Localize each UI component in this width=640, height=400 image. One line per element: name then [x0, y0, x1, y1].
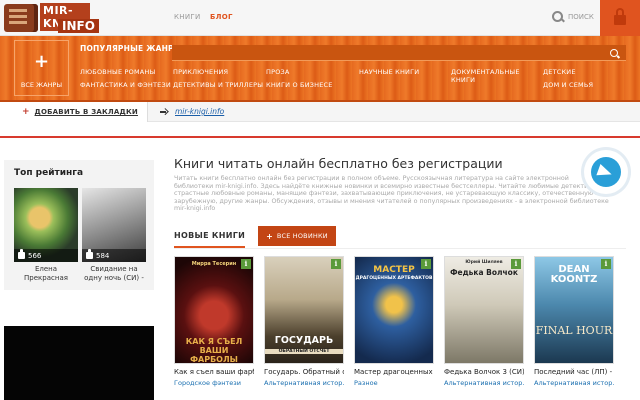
info-icon[interactable]: i: [331, 259, 341, 269]
genre-link[interactable]: КНИГИ О БИЗНЕСЕ: [266, 81, 333, 89]
popular-genres-label: ПОПУЛЯРНЫЕ ЖАНРЫ: [80, 44, 182, 53]
page-title: Книги читать онлайн бесплатно без регист…: [174, 156, 503, 171]
info-icon[interactable]: i: [601, 259, 611, 269]
bookmark-bar: + ДОБАВИТЬ В ЗАКЛАДКИ mir-knigi.info: [0, 102, 640, 122]
all-genres-button[interactable]: + ВСЕ ЖАНРЫ: [14, 40, 69, 96]
book-title[interactable]: Государь. Обратный отсчёт 3 (СИ) -: [264, 368, 344, 377]
genre-link[interactable]: ДОКУМЕНТАЛЬНЫЕ КНИГИ: [451, 68, 519, 84]
book-genre[interactable]: Альтернативная истор...: [444, 379, 524, 387]
info-icon[interactable]: i: [421, 259, 431, 269]
thumbs-up-icon: [86, 249, 93, 259]
top-bar: MIR-KNIGI INFO КНИГИ БЛОГ ПОИСК: [0, 0, 640, 36]
nav-link-blog[interactable]: БЛОГ: [210, 13, 233, 21]
book-genre[interactable]: Альтернативная истор...: [534, 379, 614, 387]
site-logo[interactable]: MIR-KNIGI INFO: [4, 2, 99, 34]
genre-link[interactable]: ПРИКЛЮЧЕНИЯ: [173, 68, 228, 76]
info-icon[interactable]: i: [241, 259, 251, 269]
sidebar-book[interactable]: 584 Свидание на одну ночь (СИ) -: [82, 188, 146, 283]
all-new-books-label: ВСЕ НОВИНКИ: [276, 232, 328, 240]
book-card[interactable]: МАСТЕР ДРАГОЦЕННЫХ АРТЕФАКТОВ i Мастер д…: [354, 256, 434, 387]
telegram-icon: [591, 157, 621, 187]
divider: [0, 136, 640, 138]
rating-value: 566: [28, 251, 42, 260]
genre-link[interactable]: ЛЮБОВНЫЕ РОМАНЫ: [80, 68, 155, 76]
cover-subtitle: ОБРАТНЫЙ ОТСЧЕТ: [265, 349, 343, 354]
book-title[interactable]: Последний час (ЛП) - Кунц Дин Рей: [534, 368, 614, 377]
sidebar-book[interactable]: 566 Елена Прекрасная: [14, 188, 78, 283]
book-cover[interactable]: 566: [14, 188, 78, 262]
book-cover[interactable]: ГОСУДАРЬ ОБРАТНЫЙ ОТСЧЕТ i: [264, 256, 344, 364]
genre-link[interactable]: ФАНТАСТИКА И ФЭНТЕЗИ: [80, 81, 171, 89]
new-books-heading: НОВЫЕ КНИГИ: [174, 231, 246, 248]
rating-badge: 566: [14, 249, 78, 262]
book-logo-icon: [4, 4, 38, 32]
cover-subtitle: ДРАГОЦЕННЫХ АРТЕФАКТОВ: [355, 276, 433, 281]
cover-title: КАК Я СЪЕЛ ВАШИ ФАРБОЛЫ: [185, 337, 243, 364]
sidebar-book-title[interactable]: Елена Прекрасная: [14, 265, 78, 283]
logo-text-sub: INFO: [58, 19, 99, 33]
genre-link[interactable]: ДЕТСКИЕ: [543, 68, 576, 76]
cover-title: ГОСУДАРЬ: [274, 335, 334, 346]
search-icon[interactable]: [552, 11, 564, 23]
add-bookmark-label: ДОБАВИТЬ В ЗАКЛАДКИ: [34, 108, 138, 116]
top-rating-sidebar: Топ рейтинга 566 Елена Прекрасная 584 Св…: [4, 160, 154, 290]
genre-search-box: [172, 45, 626, 66]
sidebar-book-title[interactable]: Свидание на одну ночь (СИ) -: [82, 265, 146, 283]
thumbs-up-icon: [18, 249, 25, 259]
divider: [174, 248, 626, 249]
sidebar-ad-block: [4, 326, 154, 400]
all-new-books-button[interactable]: + ВСЕ НОВИНКИ: [258, 226, 336, 246]
genre-link[interactable]: ДОМ И СЕМЬЯ: [543, 81, 593, 89]
lock-icon: [614, 8, 626, 25]
book-card[interactable]: DEAN KOONTZ FINAL HOUR i Последний час (…: [534, 256, 614, 387]
page-description: Читать книги бесплатно онлайн без регист…: [174, 175, 609, 213]
book-card[interactable]: ГОСУДАРЬ ОБРАТНЫЙ ОТСЧЕТ i Государь. Обр…: [264, 256, 344, 387]
genre-search-button[interactable]: [602, 45, 626, 61]
top-search[interactable]: ПОИСК: [552, 11, 594, 23]
genre-search-input[interactable]: [172, 50, 602, 66]
genre-navigation: + ВСЕ ЖАНРЫ ПОПУЛЯРНЫЕ ЖАНРЫ ЛЮБОВНЫЕ РО…: [0, 36, 640, 102]
search-icon: [610, 49, 618, 57]
genre-link[interactable]: ПРОЗА: [266, 68, 290, 76]
book-cover[interactable]: МАСТЕР ДРАГОЦЕННЫХ АРТЕФАКТОВ i: [354, 256, 434, 364]
genre-link[interactable]: ДЕТЕКТИВЫ И ТРИЛЛЕРЫ: [173, 81, 263, 89]
info-icon[interactable]: i: [511, 259, 521, 269]
arrow-right-icon: [160, 108, 168, 115]
search-label: ПОИСК: [568, 13, 594, 21]
book-title[interactable]: Мастер драгоценных артефактов 6 (СИ) -: [354, 368, 434, 377]
cover-title: Федька Волчок: [450, 268, 518, 277]
book-card[interactable]: Мирра Тесерин КАК Я СЪЕЛ ВАШИ ФАРБОЛЫ i …: [174, 256, 254, 387]
genre-link[interactable]: НАУЧНЫЕ КНИГИ: [359, 68, 419, 76]
book-cover[interactable]: DEAN KOONTZ FINAL HOUR i: [534, 256, 614, 364]
book-genre[interactable]: Альтернативная истор...: [264, 379, 344, 387]
nav-link-books[interactable]: КНИГИ: [174, 13, 200, 21]
book-genre[interactable]: Разное: [354, 379, 434, 387]
book-title[interactable]: Федька Волчок 3 (СИ) - Шиляев Юрий: [444, 368, 524, 377]
plus-icon: +: [266, 231, 273, 241]
book-cover[interactable]: Юрий Шиляев Федька Волчок i: [444, 256, 524, 364]
all-genres-label: ВСЕ ЖАНРЫ: [20, 81, 63, 89]
book-card[interactable]: Юрий Шиляев Федька Волчок i Федька Волчо…: [444, 256, 524, 387]
rating-value: 584: [96, 251, 110, 260]
book-cover[interactable]: Мирра Тесерин КАК Я СЪЕЛ ВАШИ ФАРБОЛЫ i: [174, 256, 254, 364]
sidebar-title: Топ рейтинга: [14, 168, 84, 178]
telegram-button[interactable]: [584, 150, 628, 194]
plus-icon: +: [33, 51, 50, 72]
login-button[interactable]: [600, 0, 640, 36]
plus-icon: +: [22, 107, 30, 117]
rating-badge: 584: [82, 249, 146, 262]
site-url-link[interactable]: mir-knigi.info: [175, 107, 224, 116]
book-cover[interactable]: 584: [82, 188, 146, 262]
book-genre[interactable]: Городское фэнтези: [174, 379, 254, 387]
add-bookmark-button[interactable]: + ДОБАВИТЬ В ЗАКЛАДКИ: [0, 102, 148, 122]
book-title[interactable]: Как я съел ваши фарболы 5 (СИ) -: [174, 368, 254, 377]
cover-title: FINAL HOUR: [535, 324, 613, 337]
